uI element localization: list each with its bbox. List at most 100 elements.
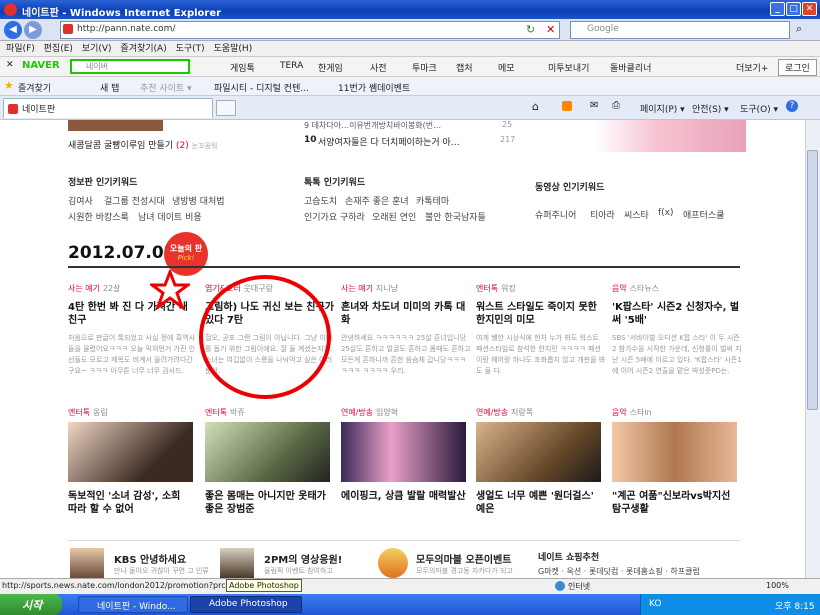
fav-item-0[interactable]: 새 탭 <box>100 81 119 94</box>
keyword-2-2[interactable]: 손재주 좋은 훈녀 <box>345 194 409 207</box>
keyword-2-5[interactable]: 오래된 연인 <box>372 210 416 223</box>
tab-site-icon <box>8 104 18 114</box>
naver-item-2[interactable]: 한게임 <box>318 61 343 74</box>
photo-article-card[interactable]: 연예/방송 임양혁 에이핑크, 상큼 발랄 매력발산 <box>341 407 466 503</box>
photo-article-card[interactable]: 엔터톡 옹림 독보적인 '소녀 감성', 소희 따라 할 수 없어 <box>68 407 193 516</box>
top-mid-count-b: 217 <box>500 135 516 144</box>
keyword-1-2[interactable]: 걸그룹 전성시대 <box>104 194 165 207</box>
fav-item-2[interactable]: 파일시티 - 디지털 컨텐... <box>214 81 309 94</box>
menu-file[interactable]: 파일(F) <box>6 44 35 54</box>
article-title[interactable]: "계곤 여품"신보라vs박지선 탐구생활 <box>612 490 737 516</box>
mail-icon[interactable]: ✉ <box>590 100 598 111</box>
keyword-1-1[interactable]: 김여사 <box>68 194 93 207</box>
keyword-3-3[interactable]: 씨스타 <box>624 208 649 221</box>
top-left-item[interactable]: 새콤달콤 굴빵이루임 만들기 (2) 눈꼬꿈워 <box>68 138 217 151</box>
back-button[interactable]: ◀ <box>4 21 22 39</box>
menu-favorites[interactable]: 즐겨찾기(A) <box>120 44 166 54</box>
maximize-button[interactable]: □ <box>786 2 801 16</box>
promo-kbs[interactable]: KBS 안녕하세요 만나 돌아오 귀찮아 꾸면 고 인류 <box>70 548 220 578</box>
taskbar-item-photoshop[interactable]: Adobe Photoshop <box>190 596 302 613</box>
print-icon[interactable]: ⎙ <box>612 100 620 111</box>
naver-login-button[interactable]: 로그인 <box>778 59 817 76</box>
keyword-3-4[interactable]: f(x) <box>658 208 674 218</box>
taskbar-item-photoshop-label: Adobe Photoshop <box>209 599 288 609</box>
article-title[interactable]: 생얼도 너무 예쁜 '원더걸스' 예은 <box>476 490 601 516</box>
keyword-1-4[interactable]: 시원한 바캉스룩 <box>68 210 129 223</box>
promo-2pm[interactable]: 2PM의 영상응원! 올림픽 이벤트 참여하고 <box>220 548 380 578</box>
article-card[interactable]: 엔터톡 워킹 워스트 스타일도 죽이지 못한 한지민의 미모 여게 웰한 시상식… <box>476 283 606 377</box>
keyword-3-1[interactable]: 슈퍼주니어 <box>535 208 576 221</box>
naver-item-4[interactable]: 투마크 <box>412 61 437 74</box>
article-title[interactable]: 에이핑크, 상큼 발랄 매력발산 <box>341 490 466 503</box>
fav-item-1[interactable]: 추천 사이트 ▾ <box>140 81 192 94</box>
keyword-2-3[interactable]: 카톡테마 <box>416 194 449 207</box>
promo-marble[interactable]: 모두의마블 오픈이벤트 모두의마블 경고동 자카다가 되고 <box>378 548 528 578</box>
zoom-level[interactable]: 100% <box>766 581 789 590</box>
close-button[interactable]: ✕ <box>802 2 817 16</box>
stop-icon[interactable]: ✕ <box>546 23 555 36</box>
page-menu[interactable]: 페이지(P) ▾ <box>640 102 685 115</box>
feed-icon[interactable] <box>562 101 572 111</box>
article-card[interactable]: 사는 얘기 지니냥 흔녀와 차도녀 미미의 카톡 대화 안녕하세요 ㅋㅋㅋㅋㅋㅋ… <box>341 283 471 377</box>
top-mid-num-b: 10 <box>304 135 317 145</box>
keyword-2-6[interactable]: 불안 한국남자들 <box>425 210 486 223</box>
photo-article-card[interactable]: 엔터톡 박쥬 좋은 몸매는 아니지만 옷태가 좋은 장범준 <box>205 407 330 516</box>
language-indicator[interactable]: KO <box>649 599 662 609</box>
article-title[interactable]: 흔녀와 차도녀 미미의 카톡 대화 <box>341 301 471 327</box>
help-icon[interactable]: ? <box>786 100 798 112</box>
forward-button[interactable]: ▶ <box>24 21 42 39</box>
new-tab-button[interactable] <box>216 100 236 116</box>
address-bar[interactable]: http://pann.nate.com/ <box>60 21 560 39</box>
menu-edit[interactable]: 편집(E) <box>44 44 73 54</box>
naver-item-8[interactable]: 돌바클리너 <box>610 61 651 74</box>
article-photo[interactable] <box>341 422 466 482</box>
menu-help[interactable]: 도움말(H) <box>214 44 253 54</box>
article-photo[interactable] <box>68 422 193 482</box>
naver-item-1[interactable]: TERA <box>280 61 303 71</box>
search-icon[interactable]: ⌕ <box>796 22 802 36</box>
keyword-2-1[interactable]: 고슴도치 <box>304 194 337 207</box>
naver-more[interactable]: 더보기+ <box>736 61 768 74</box>
naver-item-7[interactable]: 미투보내기 <box>548 61 589 74</box>
naver-item-3[interactable]: 사전 <box>370 61 387 74</box>
article-photo[interactable] <box>612 422 737 482</box>
article-photo[interactable] <box>476 422 601 482</box>
safety-menu[interactable]: 안전(S) ▾ <box>692 102 729 115</box>
system-tray: KO 오후 8:15 <box>640 594 820 615</box>
shopping-links[interactable]: G마켓 · 옥션 · 롯데닷컴 · 롯데홈쇼핑 · 하프클럽 <box>538 566 700 577</box>
photo-article-card[interactable]: 음악 스타in "계곤 여품"신보라vs박지선 탐구생활 <box>612 407 737 516</box>
home-icon[interactable]: ⌂ <box>532 100 539 113</box>
article-title[interactable]: 독보적인 '소녀 감성', 소희 따라 할 수 없어 <box>68 490 193 516</box>
keyword-3-2[interactable]: 티아라 <box>590 208 615 221</box>
naver-search-input[interactable]: 네이버 <box>70 59 190 74</box>
article-title[interactable]: 'K팝스타' 시즌2 신청자수, 벌써 '5배' <box>612 301 742 327</box>
article-title[interactable]: 좋은 몸매는 아니지만 옷태가 좋은 장범준 <box>205 490 330 516</box>
keyword-2-4[interactable]: 인기가요 구하라 <box>304 210 365 223</box>
article-photo[interactable] <box>205 422 330 482</box>
search-input[interactable]: Google <box>570 21 790 39</box>
article-preview: 여게 웰한 시상식에 한차 누가 봐도 워스트 패션스타일로 참석한 한지민 ㅋ… <box>476 334 606 375</box>
naver-item-5[interactable]: 캡처 <box>456 61 473 74</box>
favorites-button[interactable]: 즐겨찾기 <box>18 81 51 94</box>
photo-article-card[interactable]: 연예/방송 지랑쪽 생얼도 너무 예쁜 '원더걸스' 예은 <box>476 407 601 516</box>
naver-item-6[interactable]: 메모 <box>498 61 515 74</box>
refresh-icon[interactable]: ↻ <box>526 23 535 36</box>
keyword-1-5[interactable]: 남녀 데이트 비용 <box>138 210 202 223</box>
keyword-3-5[interactable]: 애프터스쿨 <box>683 208 724 221</box>
start-button[interactable]: 시작 <box>0 594 62 615</box>
article-card[interactable]: 음악 스타뉴스 'K팝스타' 시즌2 신청자수, 벌써 '5배' SBS '서바… <box>612 283 742 377</box>
toolbar-close-icon[interactable]: ✕ <box>6 60 14 70</box>
scrollbar-thumb[interactable] <box>807 150 818 410</box>
minimize-button[interactable]: _ <box>770 2 785 16</box>
naver-item-0[interactable]: 게임톡 <box>230 61 255 74</box>
top-mid-item-b[interactable]: 서양여자들은 다 더치페이하는거 아… <box>318 135 460 148</box>
menu-tools[interactable]: 도구(T) <box>176 44 205 54</box>
tools-menu[interactable]: 도구(O) ▾ <box>740 102 778 115</box>
tab-natepann[interactable]: 네이트판 <box>3 98 213 118</box>
article-title[interactable]: 워스트 스타일도 죽이지 못한 한지민의 미모 <box>476 301 606 327</box>
menu-view[interactable]: 보기(V) <box>82 44 112 54</box>
taskbar-item-ie[interactable]: 네이트판 - Windo... <box>78 596 188 613</box>
keyword-1-3[interactable]: 냉방병 대처법 <box>172 194 225 207</box>
top-mid-item-a[interactable]: 9 데차다아…이유번개방치바이봉화(번… <box>304 120 441 131</box>
fav-item-3[interactable]: 11번가 쎔데이벤트 <box>338 81 410 94</box>
